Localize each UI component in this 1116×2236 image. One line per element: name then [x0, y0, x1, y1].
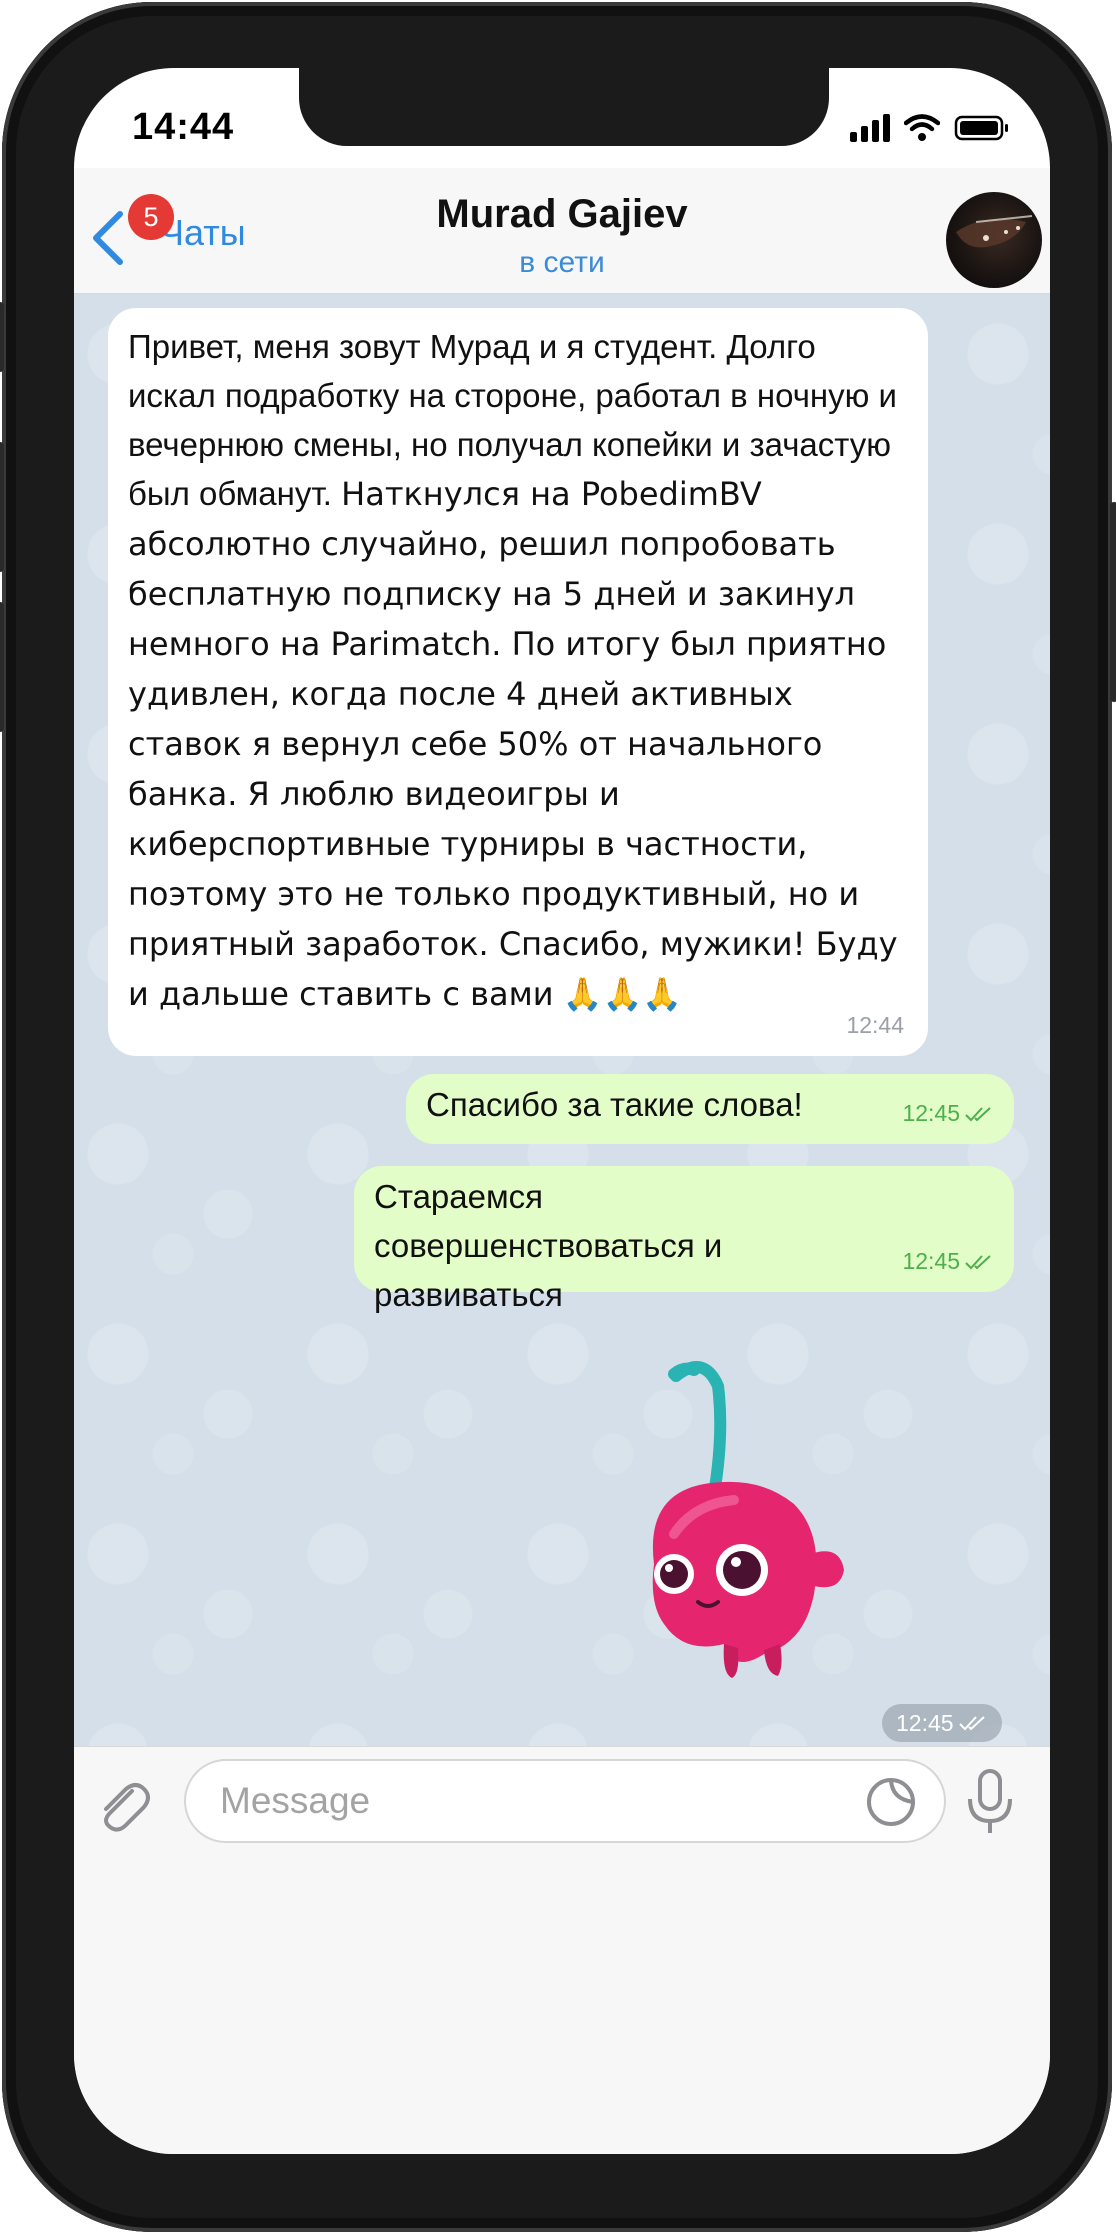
status-icons [850, 112, 1010, 142]
wifi-icon [904, 114, 940, 141]
phone-frame: 14:44 5 Чаты Murad Gajiev в сети Привет,… [0, 2, 1116, 2232]
online-status: в сети [519, 246, 605, 279]
message-input[interactable] [184, 1759, 946, 1843]
volume-up-button [0, 442, 4, 572]
mic-icon[interactable] [960, 1767, 1020, 1837]
pray-emoji: 🙏🙏🙏 [562, 976, 683, 1012]
sticker-time-text: 12:45 [896, 1710, 954, 1736]
outgoing-message[interactable]: Стараемся совершенствоваться и развивать… [354, 1166, 1014, 1313]
mute-switch [0, 302, 4, 372]
double-check-icon [965, 1106, 991, 1121]
message-time-text: 12:45 [902, 1100, 960, 1126]
volume-down-button [0, 602, 4, 732]
outgoing-message-text: Спасибо за такие слова! [426, 1086, 803, 1123]
message-time: 12:45 [902, 1089, 994, 1138]
power-button [1110, 502, 1116, 702]
sticker-icon[interactable] [864, 1775, 918, 1829]
double-check-icon [958, 1716, 985, 1731]
message-time: 12:45 [902, 1237, 994, 1286]
chat-area[interactable]: Привет, меня зовут Мурад и я студент. До… [74, 294, 1050, 1746]
incoming-message[interactable]: Привет, меня зовут Мурад и я студент. До… [108, 308, 928, 1056]
message-time-text: 12:45 [902, 1248, 960, 1274]
incoming-message-text-2: Наткнулся на PobedimBV абсолютно случайн… [128, 475, 898, 1013]
unread-badge: 5 [128, 194, 174, 240]
double-check-icon [965, 1254, 991, 1269]
outgoing-message-text: Стараемся совершенствоваться и развивать… [374, 1178, 723, 1313]
sticker-time: 12:45 [882, 1704, 1002, 1742]
avatar-image [956, 215, 1033, 248]
message-time: 12:44 [846, 1012, 904, 1038]
attach-icon[interactable] [92, 1773, 152, 1833]
screen: 14:44 5 Чаты Murad Gajiev в сети Привет,… [74, 68, 1050, 2154]
chat-header: 5 Чаты Murad Gajiev в сети [74, 168, 1050, 294]
cherry-sticker[interactable] [614, 1344, 944, 1704]
chat-title[interactable]: Murad Gajiev [74, 192, 1050, 237]
signal-icon [850, 114, 890, 142]
battery-icon [954, 115, 1008, 141]
composer [74, 1746, 1050, 2154]
status-time: 14:44 [132, 106, 235, 148]
outgoing-message[interactable]: Спасибо за такие слова! 12:45 [406, 1074, 1014, 1144]
notch [299, 68, 829, 146]
avatar[interactable] [946, 192, 1042, 288]
